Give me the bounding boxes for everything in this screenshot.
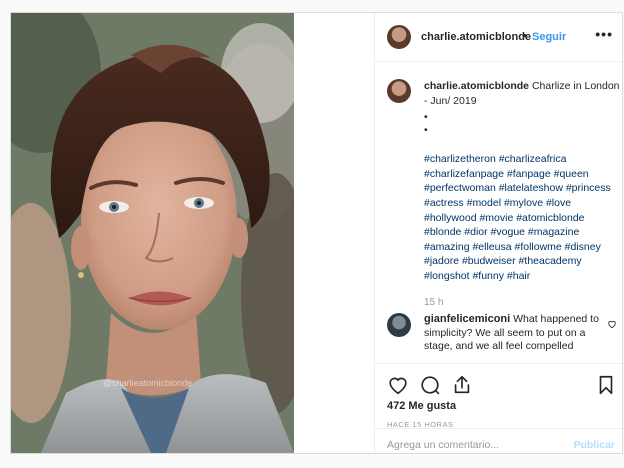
caption-bullet: • [424, 111, 428, 124]
share-icon[interactable] [451, 374, 473, 396]
comment-icon[interactable] [419, 374, 441, 396]
post-photo[interactable]: @charlieatomicblonde [11, 13, 294, 453]
more-options-icon[interactable]: ••• [595, 26, 613, 42]
post-header: charlie.atomicblonde • Seguir ••• [375, 13, 622, 62]
post-card: @charlieatomicblonde charlie.atomicblond… [10, 12, 623, 454]
header-username[interactable]: charlie.atomicblonde [421, 31, 531, 43]
page-background: @charlieatomicblonde charlie.atomicblond… [0, 0, 624, 468]
comment-avatar[interactable] [387, 313, 411, 337]
caption: charlie.atomicblonde Charlize in London … [424, 79, 620, 284]
separator-dot: • [523, 30, 527, 42]
caption-bullet: • [424, 124, 428, 137]
caption-avatar[interactable] [387, 79, 411, 103]
comment-text-block: gianfelicemiconi What happened to simpli… [424, 313, 604, 354]
follow-button[interactable]: Seguir [532, 31, 566, 43]
add-comment-input[interactable] [387, 439, 567, 451]
caption-hashtags[interactable]: #charlizetheron #charlizeafrica #charliz… [424, 152, 620, 283]
publish-button[interactable]: Publicar [574, 439, 615, 451]
bookmark-icon[interactable] [595, 374, 617, 396]
caption-bullets: • • [424, 110, 620, 136]
caption-username[interactable]: charlie.atomicblonde [424, 80, 529, 92]
photo-watermark: @charlieatomicblonde [103, 378, 193, 388]
comment-item: gianfelicemiconi What happened to simpli… [375, 313, 622, 358]
comment-like-icon[interactable] [607, 319, 617, 329]
caption-time: 15 h [424, 297, 444, 308]
add-comment-divider [375, 428, 622, 429]
comment-username[interactable]: gianfelicemiconi [424, 313, 510, 325]
likes-count[interactable]: 472 Me gusta [387, 400, 456, 412]
avatar[interactable] [387, 25, 411, 49]
post-side-panel: charlie.atomicblonde • Seguir ••• charli… [374, 13, 622, 453]
heart-icon[interactable] [387, 374, 409, 396]
